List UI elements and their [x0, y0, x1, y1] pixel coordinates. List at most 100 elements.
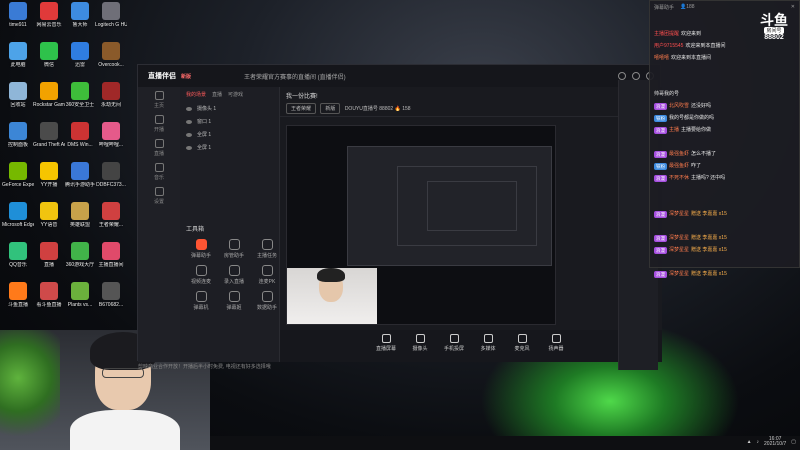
close-icon[interactable]: ✕	[791, 4, 795, 10]
danmu-user[interactable]: 主播团提醒	[654, 31, 679, 38]
tool-item[interactable]: 录入直播	[219, 265, 249, 285]
app-icon	[71, 242, 89, 260]
room-tag-game[interactable]: 王者荣耀	[286, 103, 317, 114]
source-tool[interactable]: 摄像头	[408, 334, 432, 362]
desktop-icon[interactable]: 腾讯手游助手	[64, 162, 96, 188]
desktop-icon[interactable]: 永劫无间	[95, 82, 127, 108]
scene-tab[interactable]: 我的场景	[186, 91, 206, 98]
desktop-icon[interactable]: Rockstar Games...	[33, 82, 65, 108]
desktop-icon[interactable]: 360安全卫士	[64, 82, 96, 108]
preview-hair	[317, 268, 345, 282]
source-tool-label: 麦克风	[514, 346, 530, 352]
status-tip: 剪映商业合作开放！开播后半小时免费, 电视还有好多选择哦	[138, 364, 271, 370]
desktop-icon[interactable]: 360游戏大厅	[64, 242, 96, 268]
desktop-icon[interactable]: 网易云音乐	[33, 2, 65, 28]
source-tool[interactable]: 多媒体	[476, 334, 500, 362]
source-tool-icon	[415, 334, 425, 343]
desktop-icon[interactable]: Overcook...	[95, 42, 127, 68]
maximize-icon[interactable]	[632, 72, 640, 80]
stream-preview[interactable]	[286, 125, 556, 325]
desktop-icon[interactable]: DMS Win...	[64, 122, 96, 148]
danmu-user[interactable]: 嘻嘻嘻	[654, 55, 669, 62]
danmu-text: 咋了	[691, 163, 702, 169]
desktop-icon[interactable]: 斗鱼直播	[2, 282, 34, 308]
room-tag-new[interactable]: 新版	[320, 103, 341, 114]
scene-tab[interactable]: 直播	[212, 91, 222, 98]
left-nav-item[interactable]: 主页	[138, 87, 180, 111]
desktop-icon[interactable]: YY语音	[33, 202, 65, 228]
tool-item[interactable]: 数据助手	[252, 291, 282, 311]
source-tool[interactable]: 麦克风	[510, 334, 534, 362]
eye-icon[interactable]	[186, 132, 192, 137]
left-nav-item[interactable]: 音乐	[138, 159, 180, 183]
danmu-user[interactable]: 主播	[669, 127, 679, 134]
minimize-icon[interactable]	[618, 72, 626, 80]
companion-titlebar: 直播伴侣 新版 王者荣耀官方赛事的直播间 (直播伴侣)	[138, 65, 660, 87]
danmu-user[interactable]: 深梦星星	[669, 271, 689, 278]
danmu-row: 浪漫 不死不休 主播吗? 还中吗	[654, 175, 799, 187]
danmu-user[interactable]: 深梦星星	[669, 247, 689, 254]
desktop-icon[interactable]: 直播	[33, 242, 65, 268]
desktop-icon[interactable]: Microsoft Edge	[2, 202, 34, 228]
gift-message: 赠送 李嘉嘉 x15	[691, 211, 727, 217]
desktop-icon[interactable]: 此电脑	[2, 42, 34, 68]
desktop-icon[interactable]: Plants vs...	[64, 282, 96, 308]
desktop-icon-label: 360游戏大厅	[65, 262, 95, 268]
danmu-user[interactable]: 用户9715545	[654, 43, 683, 50]
scene-item[interactable]: 全屏 1	[180, 141, 279, 154]
danmu-user[interactable]: 不死不休	[669, 175, 689, 182]
room-title[interactable]: 我一份比赛!	[286, 91, 656, 100]
desktop-icon[interactable]: 控制面板	[2, 122, 34, 148]
notification-icon[interactable]: ▢	[791, 439, 796, 445]
tool-item[interactable]: 主播任务	[252, 239, 282, 259]
danmu-user[interactable]: 最强鱼虾	[669, 163, 689, 170]
desktop-icon[interactable]: 英雄联盟	[64, 202, 96, 228]
desktop-icon[interactable]: Grand Theft Auto V	[33, 122, 65, 148]
desktop-icon[interactable]: Logitech G HUB	[95, 2, 127, 28]
eye-icon[interactable]	[186, 119, 192, 124]
volume-icon[interactable]: ♪	[757, 439, 760, 445]
danmu-user[interactable]: 深梦星星	[669, 211, 689, 218]
eye-icon[interactable]	[186, 145, 192, 150]
tool-item[interactable]: 视频连麦	[186, 265, 216, 285]
desktop-icon[interactable]: 迅雷	[64, 42, 96, 68]
desktop-icon[interactable]: 王者荣耀...	[95, 202, 127, 228]
desktop-icon[interactable]: DDBFC373...	[95, 162, 127, 188]
scene-tab[interactable]: 可游戏	[228, 91, 243, 98]
tool-item[interactable]: 弹幕助手	[186, 239, 216, 259]
danmu-user[interactable]: 北风吹雪	[669, 103, 689, 110]
scene-item[interactable]: 摄像头 1	[180, 102, 279, 115]
left-nav-item[interactable]: 开播	[138, 111, 180, 135]
scene-tabs: 我的场景 直播 可游戏	[180, 87, 279, 102]
desktop-icon[interactable]: 微信	[33, 42, 65, 68]
tool-item[interactable]: 弹幕机	[186, 291, 216, 311]
desktop-icon[interactable]: GeForce Experience	[2, 162, 34, 188]
desktop-icon[interactable]: 鲁大师	[64, 2, 96, 28]
desktop-icon[interactable]: time911	[2, 2, 34, 28]
desktop-icon[interactable]: QQ音乐	[2, 242, 34, 268]
desktop-icon-label: Plants vs...	[67, 302, 93, 308]
scene-item[interactable]: 窗口 1	[180, 115, 279, 128]
left-nav-item[interactable]: 设置	[138, 183, 180, 207]
danmu-row: 用户9715545 欢迎来到本直播间	[654, 43, 799, 55]
source-tool[interactable]: 直播屏幕	[374, 334, 398, 362]
desktop-icon-label: DDBFC373...	[96, 182, 126, 188]
danmu-user[interactable]: 最强鱼虾	[669, 151, 689, 158]
desktop-icon[interactable]: 主播直播间	[95, 242, 127, 268]
desktop-icon[interactable]: YY开播	[33, 162, 65, 188]
eye-icon[interactable]	[186, 106, 192, 111]
network-icon[interactable]: ▲	[747, 439, 752, 445]
desktop-icon[interactable]: 哔哩哔哩...	[95, 122, 127, 148]
source-tool[interactable]: 扬声器	[544, 334, 568, 362]
source-tool[interactable]: 手机投屏	[442, 334, 466, 362]
clock[interactable]: 16:07 2021/10/7	[764, 437, 786, 447]
scene-item[interactable]: 全屏 1	[180, 128, 279, 141]
desktop-icon[interactable]: 看斗鱼直播	[33, 282, 65, 308]
desktop-icon[interactable]: B670682...	[95, 282, 127, 308]
tool-item[interactable]: 连麦PK	[252, 265, 282, 285]
desktop-icon[interactable]: 回收站	[2, 82, 34, 108]
tool-item[interactable]: 弹幕姬	[219, 291, 249, 311]
tool-item[interactable]: 房管助手	[219, 239, 249, 259]
danmu-user[interactable]: 深梦星星	[669, 235, 689, 242]
left-nav-item[interactable]: 直播	[138, 135, 180, 159]
